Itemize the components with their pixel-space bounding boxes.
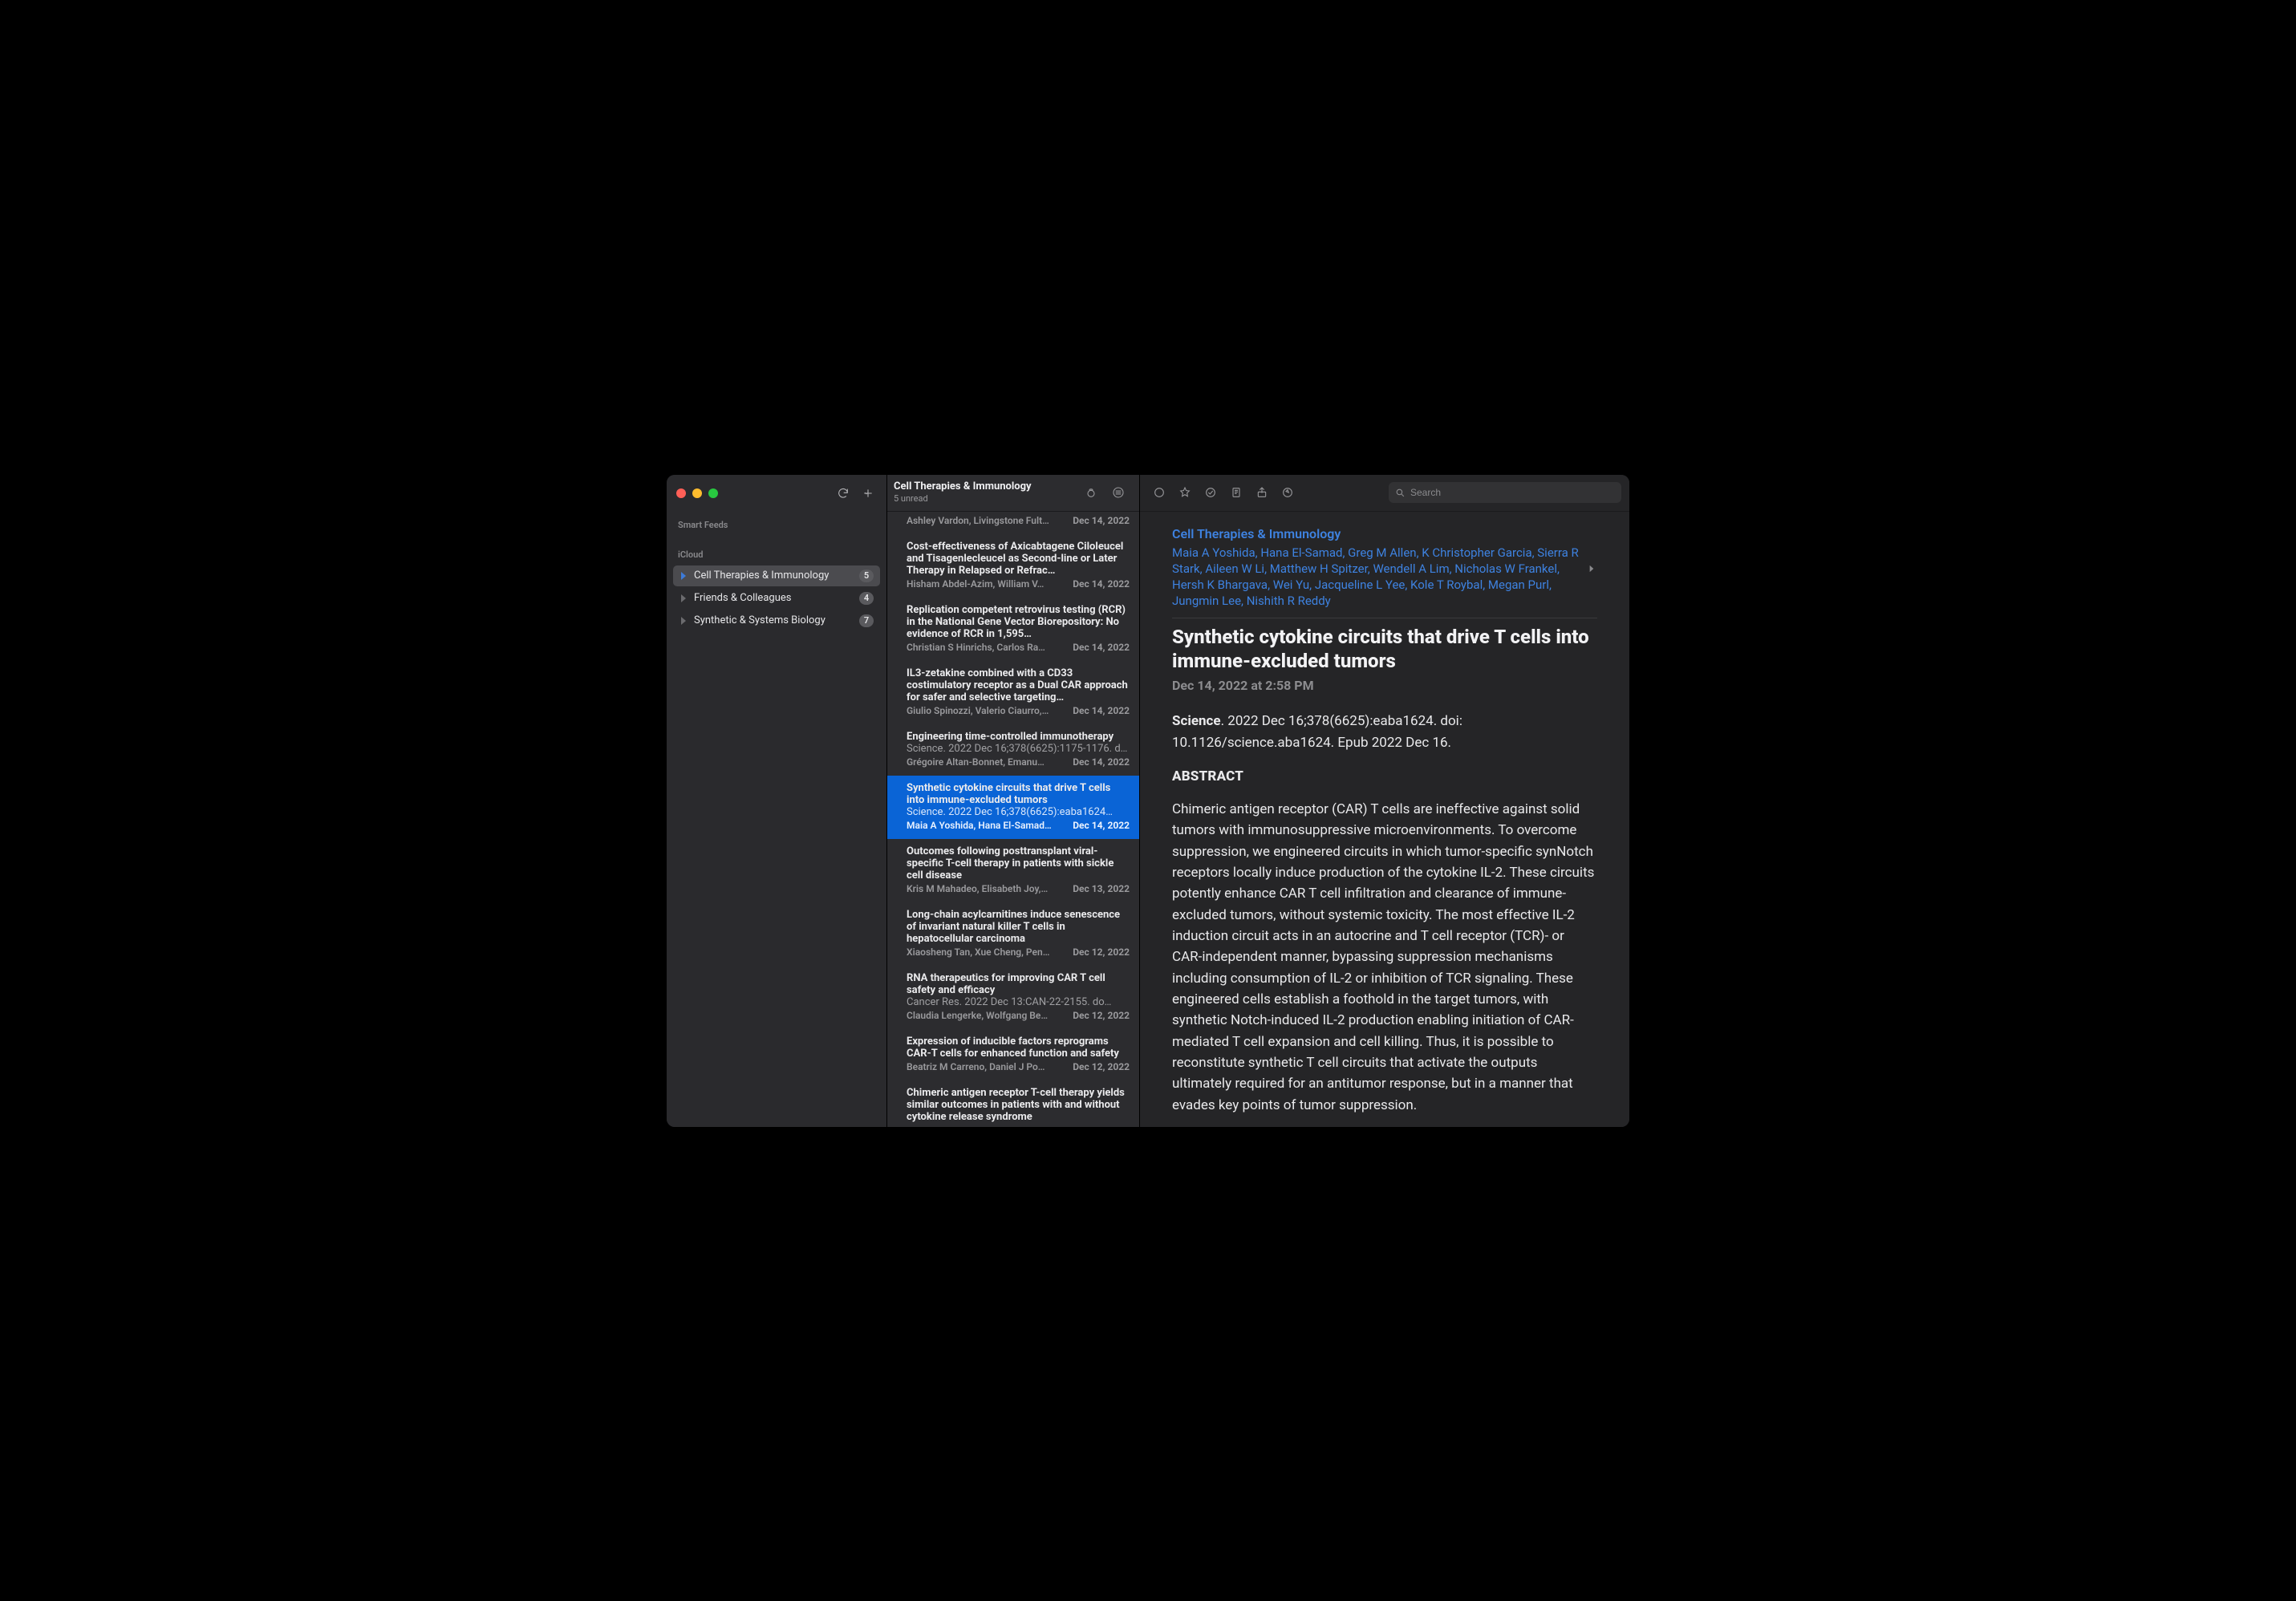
reader-authors[interactable]: Maia A Yoshida, Hana El-Samad, Greg M Al…	[1172, 545, 1597, 610]
list-subtitle: 5 unread	[894, 493, 1075, 504]
open-in-browser-button[interactable]	[1276, 481, 1299, 504]
abstract-heading: ABSTRACT	[1172, 768, 1597, 784]
article-date: Dec 12, 2022	[1073, 946, 1130, 958]
share-button[interactable]	[1251, 481, 1273, 504]
sidebar-item-cell-therapies[interactable]: Cell Therapies & Immunology 5	[673, 565, 880, 586]
toggle-star-button[interactable]	[1174, 481, 1196, 504]
add-feed-button[interactable]	[854, 482, 877, 505]
article-authors: Christian S Hinrichs, Carlos Ra…	[907, 642, 1066, 653]
article-authors: Giulio Spinozzi, Valerio Ciaurro,…	[907, 705, 1066, 716]
chevron-right-icon	[679, 572, 688, 580]
article-authors: Grégoire Altan-Bonnet, Emanu…	[907, 756, 1066, 768]
article-authors: Ashley Vardon, Livingstone Fult…	[907, 515, 1066, 526]
article-authors: Maia A Yoshida, Hana El-Samad…	[907, 820, 1066, 831]
article-snippet: Science. 2022 Dec 16;378(6625):1175-1176…	[907, 743, 1130, 755]
article-date: Dec 12, 2022	[1073, 1010, 1130, 1021]
article-snippet: Cancer Res. 2022 Dec 13:CAN-22-2155. do…	[907, 996, 1130, 1008]
article-date: Dec 14, 2022	[1073, 756, 1130, 768]
article-timestamp: Dec 14, 2022 at 2:58 PM	[1172, 678, 1597, 693]
search-field[interactable]	[1389, 482, 1621, 503]
article-list-item[interactable]: Ashley Vardon, Livingstone Fult… Dec 14, …	[887, 515, 1139, 534]
article-list-item[interactable]: Synthetic cytokine circuits that drive T…	[887, 776, 1139, 839]
article-list-item[interactable]: Engineering time-controlled immunotherap…	[887, 724, 1139, 776]
article-title: Engineering time-controlled immunotherap…	[907, 731, 1130, 743]
article-title: Synthetic cytokine circuits that drive T…	[907, 782, 1130, 806]
article-list-item[interactable]: IL3-zetakine combined with a CD33 costim…	[887, 661, 1139, 724]
search-icon	[1395, 488, 1406, 498]
abstract-body: Chimeric antigen receptor (CAR) T cells …	[1172, 799, 1597, 1116]
sidebar: Smart Feeds iCloud Cell Therapies & Immu…	[667, 475, 887, 1127]
reader-pane: Cell Therapies & Immunology Maia A Yoshi…	[1140, 475, 1629, 1127]
article-authors: Xiaosheng Tan, Xue Cheng, Pen…	[907, 946, 1066, 958]
sidebar-item-label: Cell Therapies & Immunology	[694, 569, 853, 582]
article-list-item[interactable]: RNA therapeutics for improving CAR T cel…	[887, 966, 1139, 1029]
article-list-item[interactable]: Outcomes following posttransplant viral-…	[887, 839, 1139, 902]
list-header: Cell Therapies & Immunology 5 unread	[887, 475, 1139, 512]
reader-view-button[interactable]	[1225, 481, 1247, 504]
unread-badge: 5	[859, 569, 874, 582]
close-window-button[interactable]	[676, 488, 686, 498]
sidebar-item-label: Friends & Colleagues	[694, 592, 853, 604]
article-citation: Science. 2022 Dec 16;378(6625):eaba1624.…	[1172, 711, 1597, 754]
article-title: IL3-zetakine combined with a CD33 costim…	[907, 667, 1130, 703]
article-title: Expression of inducible factors reprogra…	[907, 1036, 1130, 1060]
article-list-item[interactable]: Replication competent retrovirus testing…	[887, 598, 1139, 661]
article-title: Replication competent retrovirus testing…	[907, 604, 1130, 640]
window-controls	[676, 488, 718, 498]
article-authors: Kris M Mahadeo, Elisabeth Joy,…	[907, 883, 1066, 894]
section-icloud: iCloud	[667, 535, 886, 565]
article-title: RNA therapeutics for improving CAR T cel…	[907, 972, 1130, 996]
article-authors: Claudia Lengerke, Wolfgang Be…	[907, 1010, 1066, 1021]
chevron-right-icon	[679, 617, 688, 625]
article-date: Dec 12, 2022	[1073, 1061, 1130, 1072]
article-date: Dec 14, 2022	[1073, 820, 1130, 831]
article-date: Dec 14, 2022	[1073, 515, 1130, 526]
chevron-right-icon	[679, 594, 688, 602]
list-title: Cell Therapies & Immunology	[894, 481, 1075, 492]
article-list-pane: Cell Therapies & Immunology 5 unread Ash…	[887, 475, 1140, 1127]
sidebar-item-synbio[interactable]: Synthetic & Systems Biology 7	[673, 610, 880, 631]
article-title: Chimeric antigen receptor T-cell therapy…	[907, 1087, 1130, 1123]
sidebar-item-friends[interactable]: Friends & Colleagues 4	[673, 588, 880, 609]
section-smart-feeds: Smart Feeds	[667, 512, 886, 535]
article-list-item[interactable]: Expression of inducible factors reprogra…	[887, 1029, 1139, 1080]
article-list[interactable]: Ashley Vardon, Livingstone Fult… Dec 14, …	[887, 512, 1139, 1127]
article-authors: Hisham Abdel-Azim, William V…	[907, 578, 1066, 590]
article-title: Long-chain acylcarnitines induce senesce…	[907, 909, 1130, 945]
reader-feed-link[interactable]: Cell Therapies & Immunology	[1172, 526, 1597, 541]
unread-badge: 7	[859, 614, 874, 627]
reader-content[interactable]: Cell Therapies & Immunology Maia A Yoshi…	[1140, 512, 1629, 1127]
app-window: Smart Feeds iCloud Cell Therapies & Immu…	[667, 475, 1629, 1127]
article-date: Dec 13, 2022	[1073, 883, 1130, 894]
article-title: Synthetic cytokine circuits that drive T…	[1172, 625, 1597, 673]
mark-done-button[interactable]	[1199, 481, 1222, 504]
article-authors: Beatriz M Carreno, Daniel J Po…	[907, 1061, 1066, 1072]
toggle-read-button[interactable]	[1148, 481, 1170, 504]
article-date: Dec 14, 2022	[1073, 578, 1130, 590]
zoom-window-button[interactable]	[708, 488, 718, 498]
article-snippet: Science. 2022 Dec 16;378(6625):eaba1624…	[907, 806, 1130, 818]
unread-badge: 4	[859, 592, 874, 605]
refresh-button[interactable]	[832, 482, 854, 505]
article-date: Dec 14, 2022	[1073, 705, 1130, 716]
sidebar-item-label: Synthetic & Systems Biology	[694, 614, 853, 626]
mark-all-read-button[interactable]	[1080, 481, 1102, 504]
article-date: Dec 14, 2022	[1073, 642, 1130, 653]
article-list-item[interactable]: Long-chain acylcarnitines induce senesce…	[887, 902, 1139, 966]
reader-toolbar	[1140, 475, 1629, 512]
expand-authors-icon[interactable]	[1586, 562, 1597, 578]
article-title: Outcomes following posttransplant viral-…	[907, 845, 1130, 882]
article-title: Cost-effectiveness of Axicabtagene Cilol…	[907, 541, 1130, 577]
list-view-options-button[interactable]	[1107, 481, 1130, 504]
sidebar-toolbar	[667, 475, 886, 512]
search-input[interactable]	[1410, 487, 1615, 498]
article-list-item[interactable]: Cost-effectiveness of Axicabtagene Cilol…	[887, 534, 1139, 598]
article-list-item[interactable]: Chimeric antigen receptor T-cell therapy…	[887, 1080, 1139, 1127]
minimize-window-button[interactable]	[692, 488, 702, 498]
